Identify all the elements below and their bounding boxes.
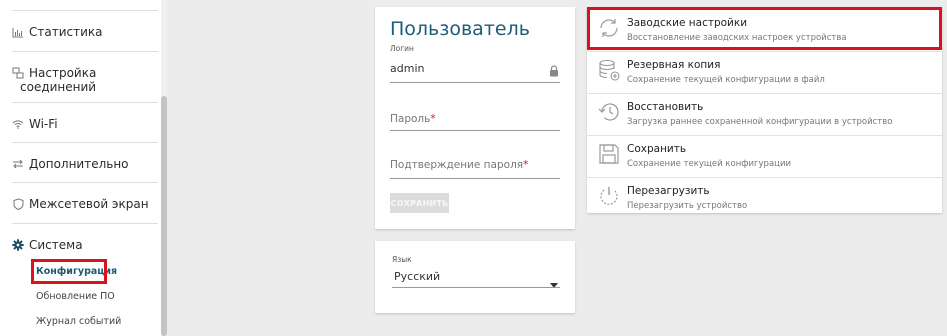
action-backup[interactable]: Резервная копия Сохранение текущей конфи…	[587, 52, 942, 93]
user-card: Пользователь Логин admin Пароль* Подтвер…	[375, 7, 575, 229]
action-title: Резервная копия	[627, 59, 721, 71]
action-title: Сохранить	[627, 143, 687, 155]
sidebar-subitem-event-log[interactable]: Журнал событий	[36, 316, 121, 327]
sidebar-item-label: Система	[29, 238, 83, 252]
sidebar-item-label: Статистика	[29, 25, 103, 39]
restore-icon	[597, 100, 621, 124]
nav-divider	[12, 223, 158, 224]
nav-divider	[12, 142, 158, 143]
confirm-password-field[interactable]: Подтверждение пароля*	[390, 159, 528, 171]
lock-icon	[549, 62, 559, 81]
highlight-box	[587, 7, 942, 50]
sidebar-item-advanced[interactable]: Дополнительно	[12, 157, 158, 171]
wifi-icon	[12, 118, 24, 130]
confirm-placeholder: Подтверждение пароля	[390, 159, 524, 171]
login-label: Логин	[390, 44, 414, 53]
required-mark: *	[430, 113, 436, 125]
sidebar-item-connections[interactable]: Настройка соединений	[12, 66, 158, 94]
shield-icon	[12, 198, 24, 210]
bar-chart-icon	[12, 26, 24, 38]
user-card-title: Пользователь	[390, 18, 530, 40]
power-icon	[597, 184, 621, 208]
sidebar-scrollbar[interactable]	[161, 0, 167, 336]
connections-icon	[12, 67, 24, 79]
login-underline	[390, 82, 560, 83]
sidebar-item-label-line2: соединений	[20, 80, 97, 94]
sidebar-item-system[interactable]: Система	[12, 238, 158, 252]
action-title: Перезагрузить	[627, 185, 710, 197]
action-subtitle: Сохранение текущей конфигурации	[627, 159, 791, 169]
password-underline	[390, 130, 560, 131]
password-field[interactable]: Пароль*	[390, 113, 436, 125]
nav-divider	[12, 102, 158, 103]
sidebar-item-firewall[interactable]: Межсетевой экран	[12, 197, 158, 211]
language-underline	[392, 287, 560, 288]
save-button[interactable]: СОХРАНИТЬ	[390, 193, 449, 213]
action-title: Восстановить	[627, 101, 704, 113]
sidebar-item-label: Дополнительно	[29, 157, 129, 171]
action-subtitle: Сохранение текущей конфигурации в файл	[627, 75, 825, 85]
language-select[interactable]: Русский	[394, 270, 440, 283]
scrollbar-thumb[interactable]	[161, 96, 167, 336]
nav-divider	[12, 10, 158, 11]
sidebar-item-label: Настройка	[29, 66, 97, 80]
action-restore[interactable]: Восстановить Загрузка раннее сохраненной…	[587, 94, 942, 135]
sidebar-item-label: Межсетевой экран	[29, 197, 149, 211]
sidebar-subitem-firmware-update[interactable]: Обновление ПО	[36, 291, 115, 302]
database-icon	[597, 58, 621, 82]
action-subtitle: Загрузка раннее сохраненной конфигурации…	[627, 117, 893, 127]
action-subtitle: Перезагрузить устройство	[627, 201, 748, 211]
gear-icon	[12, 239, 24, 251]
confirm-underline	[390, 178, 560, 179]
highlight-box	[31, 259, 107, 284]
sidebar-item-statistics[interactable]: Статистика	[12, 25, 158, 39]
sidebar-item-wifi[interactable]: Wi-Fi	[12, 117, 158, 131]
chevron-down-icon[interactable]	[550, 273, 558, 292]
nav-divider	[12, 182, 158, 183]
language-card: Язык Русский	[375, 241, 575, 313]
nav-divider	[12, 51, 158, 52]
floppy-icon	[597, 142, 621, 166]
language-label: Язык	[392, 255, 412, 264]
login-field: admin	[390, 62, 425, 75]
sidebar-item-label: Wi-Fi	[29, 117, 58, 131]
required-mark: *	[523, 159, 529, 171]
action-save[interactable]: Сохранить Сохранение текущей конфигураци…	[587, 136, 942, 177]
sidebar: Статистика Настройка соединений Wi-Fi До…	[0, 0, 167, 336]
arrows-icon	[12, 158, 24, 170]
action-reboot[interactable]: Перезагрузить Перезагрузить устройство	[587, 178, 942, 219]
password-placeholder: Пароль	[390, 113, 431, 125]
